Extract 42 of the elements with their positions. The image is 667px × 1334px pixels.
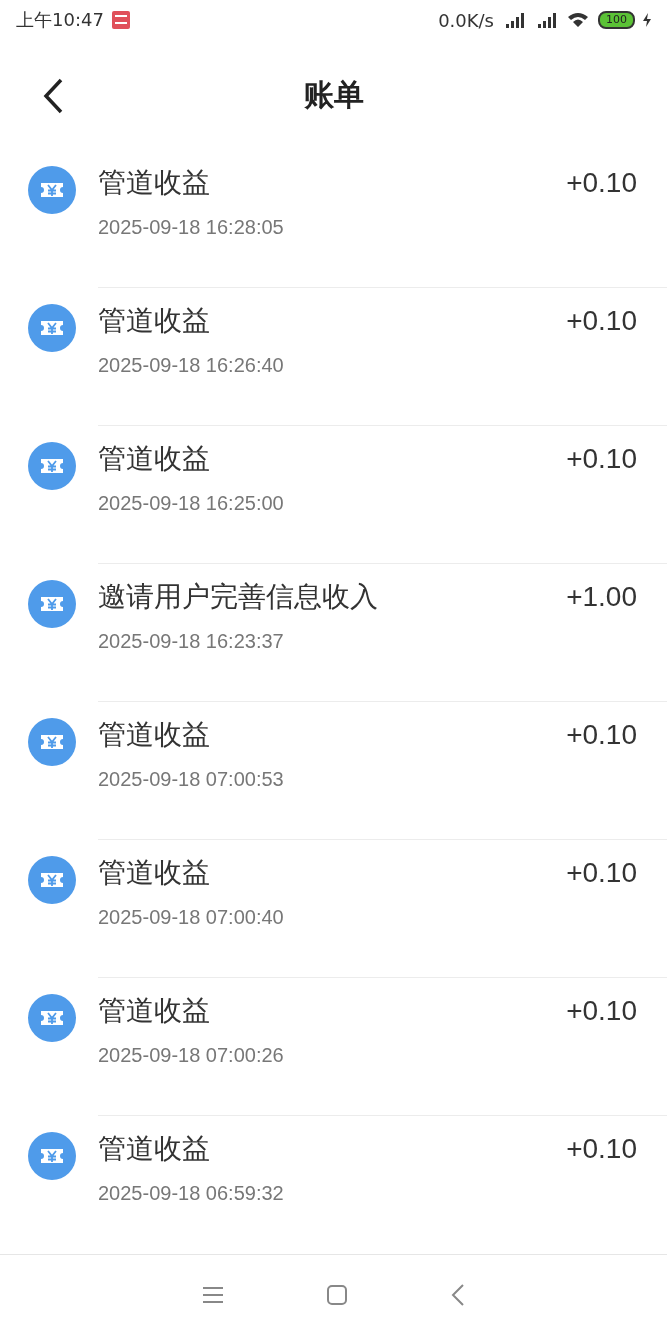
bill-amount: +0.10 — [566, 719, 637, 751]
wifi-icon — [566, 11, 590, 29]
bill-amount: +0.10 — [566, 857, 637, 889]
bill-time: 2025-09-18 16:23:37 — [98, 630, 285, 653]
bill-title: 管道收益 — [98, 303, 210, 339]
app-notification-icon — [111, 11, 130, 29]
bill-time: 2025-09-18 07:00:26 — [98, 1044, 285, 1067]
coupon-icon — [28, 856, 76, 904]
coupon-icon — [28, 304, 76, 352]
bill-title: 邀请用户完善信息收入 — [98, 579, 378, 615]
bill-amount: +0.10 — [566, 1133, 637, 1165]
bill-time: 2025-09-18 16:26:40 — [98, 354, 285, 377]
bill-time: 2025-09-18 07:00:40 — [98, 906, 285, 929]
bill-amount: +0.10 — [566, 443, 637, 475]
coupon-icon — [28, 166, 76, 214]
menu-icon[interactable] — [201, 1285, 224, 1304]
bill-time: 2025-09-18 06:59:32 — [98, 1182, 285, 1205]
bill-amount: +0.10 — [566, 995, 637, 1027]
bill-amount: +0.10 — [566, 167, 637, 199]
coupon-icon — [28, 994, 76, 1042]
status-time: 上午10:47 — [16, 8, 104, 32]
bill-title: 管道收益 — [98, 993, 210, 1029]
bill-title: 管道收益 — [98, 855, 210, 891]
coupon-icon — [28, 580, 76, 628]
charging-icon — [643, 13, 651, 27]
bill-title: 管道收益 — [98, 165, 210, 201]
network-speed: 0.0K/s — [438, 9, 494, 31]
back-icon[interactable] — [451, 1283, 466, 1306]
battery-level: 100 — [598, 11, 635, 29]
page-title: 账单 — [303, 75, 364, 114]
home-icon[interactable] — [327, 1284, 348, 1305]
bill-amount: +0.10 — [566, 305, 637, 337]
bill-time: 2025-09-18 16:25:00 — [98, 492, 285, 515]
coupon-icon — [28, 718, 76, 766]
bill-title: 管道收益 — [98, 1131, 210, 1167]
bill-amount: +1.00 — [566, 581, 637, 613]
coupon-icon — [28, 442, 76, 490]
bill-time: 2025-09-18 16:28:05 — [98, 216, 285, 239]
bill-title: 管道收益 — [98, 717, 210, 753]
bill-title: 管道收益 — [98, 441, 210, 477]
coupon-icon — [28, 1132, 76, 1180]
bill-time: 2025-09-18 07:00:53 — [98, 768, 285, 791]
